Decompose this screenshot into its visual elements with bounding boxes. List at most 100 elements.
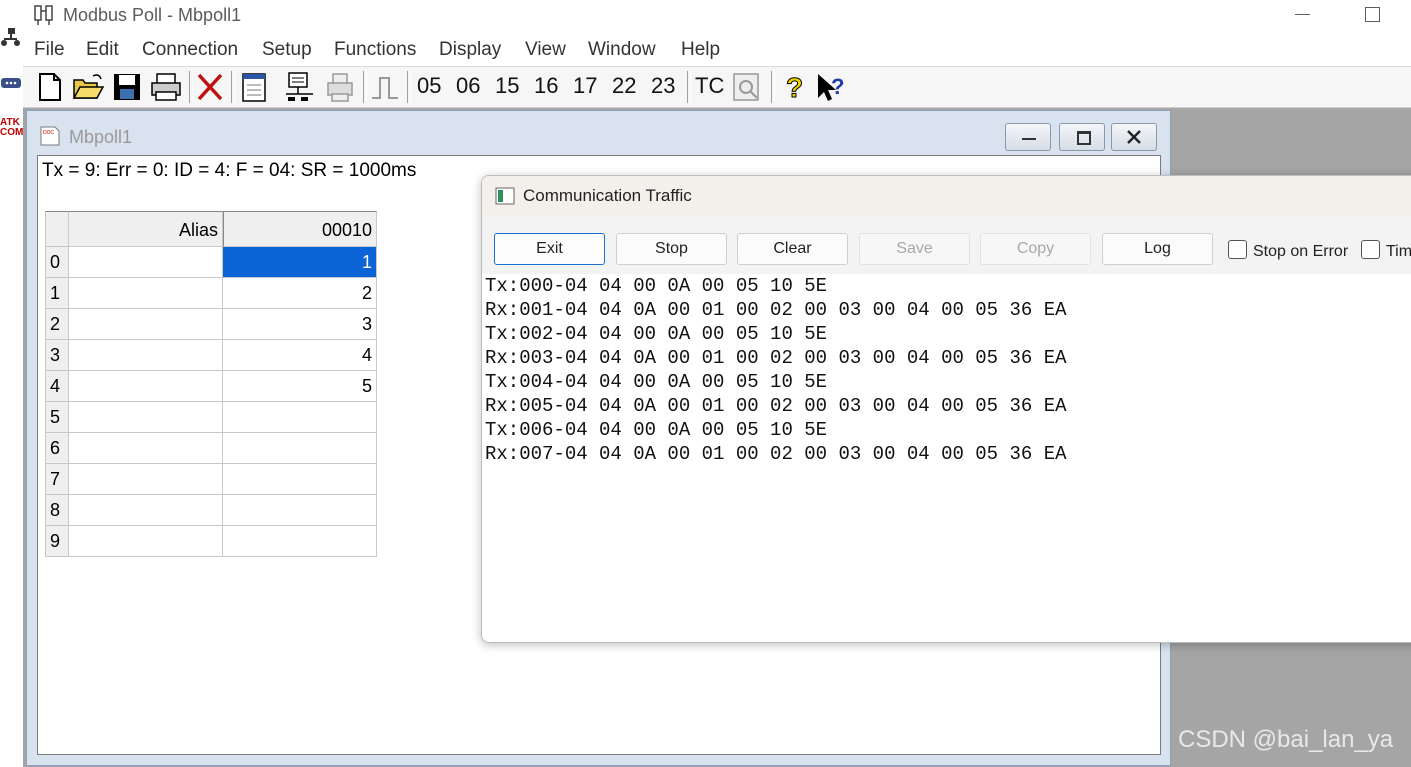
menu-display[interactable]: Display bbox=[439, 39, 501, 61]
value-cell[interactable]: 4 bbox=[223, 340, 377, 371]
menu-bar: File Edit Connection Setup Functions Dis… bbox=[23, 34, 1411, 67]
row-header[interactable]: 5 bbox=[45, 402, 69, 433]
alias-cell[interactable] bbox=[69, 309, 223, 340]
child-window-title: Mbpoll1 bbox=[69, 127, 133, 147]
alias-cell[interactable] bbox=[69, 340, 223, 371]
tc-button[interactable]: TC bbox=[695, 73, 724, 99]
menu-window[interactable]: Window bbox=[588, 39, 656, 61]
traffic-line: Rx:003-04 04 0A 00 01 00 02 00 03 00 04 … bbox=[485, 347, 1067, 369]
row-header[interactable]: 8 bbox=[45, 495, 69, 526]
modbus-app-icon bbox=[33, 3, 57, 27]
column-header-alias[interactable]: Alias bbox=[69, 211, 223, 247]
stop-button[interactable]: Stop bbox=[616, 233, 727, 265]
child-close-button[interactable] bbox=[1111, 123, 1157, 151]
communication-traffic-dialog: Communication Traffic Exit Stop Clear Sa… bbox=[481, 175, 1411, 643]
poll-status-line: Tx = 9: Err = 0: ID = 4: F = 04: SR = 10… bbox=[42, 160, 417, 181]
pulse-icon[interactable] bbox=[369, 70, 401, 104]
value-cell[interactable] bbox=[223, 464, 377, 495]
fc-23-button[interactable]: 23 bbox=[651, 73, 675, 99]
value-cell[interactable]: 1 bbox=[223, 247, 377, 278]
menu-view[interactable]: View bbox=[525, 39, 566, 61]
context-help-icon[interactable]: ? bbox=[815, 70, 849, 104]
value-cell[interactable] bbox=[223, 402, 377, 433]
copy-button[interactable]: Copy bbox=[980, 233, 1091, 265]
checkbox-box[interactable] bbox=[1228, 240, 1247, 259]
alias-cell[interactable] bbox=[69, 464, 223, 495]
alias-cell[interactable] bbox=[69, 371, 223, 402]
document-icon: DOC bbox=[39, 125, 61, 147]
alias-cell[interactable] bbox=[69, 495, 223, 526]
traffic-log[interactable]: Tx:000-04 04 00 0A 00 05 10 5E Rx:001-04 … bbox=[485, 274, 1405, 634]
child-minimize-button[interactable] bbox=[1005, 123, 1051, 151]
value-cell[interactable] bbox=[223, 495, 377, 526]
minimize-button[interactable] bbox=[1283, 0, 1329, 30]
toolbar-separator bbox=[189, 71, 193, 103]
value-cell[interactable] bbox=[223, 433, 377, 464]
atk-desktop-icon-label[interactable]: ATK bbox=[0, 118, 22, 128]
desktop-strip: ATK COM bbox=[0, 0, 23, 767]
value-cell[interactable]: 2 bbox=[223, 278, 377, 309]
watermark: CSDN @bai_lan_ya bbox=[1178, 726, 1394, 753]
time-label: Time bbox=[1386, 243, 1411, 260]
toolbar-separator bbox=[231, 71, 235, 103]
log-button[interactable]: Log bbox=[1102, 233, 1213, 265]
traffic-icon[interactable] bbox=[730, 70, 764, 104]
toolbar: 05 06 15 16 17 22 23 TC ? ? bbox=[23, 67, 1411, 108]
printer-disabled-icon[interactable] bbox=[323, 70, 357, 104]
row-header[interactable]: 2 bbox=[45, 309, 69, 340]
fc-22-button[interactable]: 22 bbox=[612, 73, 636, 99]
time-checkbox[interactable]: Time bbox=[1361, 240, 1411, 261]
svg-text:DOC: DOC bbox=[43, 130, 55, 136]
menu-file[interactable]: File bbox=[34, 39, 65, 61]
alias-cell[interactable] bbox=[69, 402, 223, 433]
maximize-button[interactable] bbox=[1349, 0, 1395, 30]
row-header[interactable]: 3 bbox=[45, 340, 69, 371]
port-desktop-icon[interactable] bbox=[0, 76, 22, 90]
save-icon[interactable] bbox=[111, 70, 143, 104]
alias-cell[interactable] bbox=[69, 526, 223, 557]
read-write-icon[interactable] bbox=[283, 70, 317, 104]
alias-cell[interactable] bbox=[69, 247, 223, 278]
clear-button[interactable]: Clear bbox=[737, 233, 848, 265]
fc-16-button[interactable]: 16 bbox=[534, 73, 558, 99]
fc-15-button[interactable]: 15 bbox=[495, 73, 519, 99]
row-header[interactable]: 4 bbox=[45, 371, 69, 402]
value-cell[interactable] bbox=[223, 526, 377, 557]
window-icon[interactable] bbox=[239, 70, 269, 104]
menu-functions[interactable]: Functions bbox=[334, 39, 416, 61]
save-button[interactable]: Save bbox=[859, 233, 970, 265]
fc-05-button[interactable]: 05 bbox=[417, 73, 441, 99]
column-header-address[interactable]: 00010 bbox=[223, 211, 377, 247]
help-icon[interactable]: ? bbox=[777, 70, 809, 104]
row-header[interactable]: 7 bbox=[45, 464, 69, 495]
menu-help[interactable]: Help bbox=[681, 39, 720, 61]
row-header[interactable]: 1 bbox=[45, 278, 69, 309]
alias-cell[interactable] bbox=[69, 433, 223, 464]
stop-on-error-checkbox[interactable]: Stop on Error bbox=[1228, 240, 1348, 261]
network-desktop-icon[interactable] bbox=[0, 26, 22, 48]
value-cell[interactable]: 3 bbox=[223, 309, 377, 340]
row-header[interactable]: 9 bbox=[45, 526, 69, 557]
child-restore-button[interactable] bbox=[1059, 123, 1105, 151]
exit-button[interactable]: Exit bbox=[494, 233, 605, 265]
toolbar-separator bbox=[771, 71, 775, 103]
disconnect-icon[interactable] bbox=[195, 70, 225, 104]
checkbox-box[interactable] bbox=[1361, 240, 1380, 259]
print-icon[interactable] bbox=[149, 70, 183, 104]
open-icon[interactable] bbox=[71, 70, 105, 104]
com-desktop-icon-label[interactable]: COM bbox=[0, 128, 23, 138]
new-icon[interactable] bbox=[35, 70, 65, 104]
row-header[interactable]: 0 bbox=[45, 247, 69, 278]
value-cell[interactable]: 5 bbox=[223, 371, 377, 402]
menu-edit[interactable]: Edit bbox=[86, 39, 119, 61]
toolbar-separator bbox=[363, 71, 367, 103]
menu-setup[interactable]: Setup bbox=[262, 39, 312, 61]
fc-06-button[interactable]: 06 bbox=[456, 73, 480, 99]
menu-connection[interactable]: Connection bbox=[142, 39, 238, 61]
fc-17-button[interactable]: 17 bbox=[573, 73, 597, 99]
traffic-window-icon bbox=[495, 187, 515, 205]
row-header[interactable]: 6 bbox=[45, 433, 69, 464]
svg-text:?: ? bbox=[831, 74, 844, 99]
alias-cell[interactable] bbox=[69, 278, 223, 309]
stop-on-error-label: Stop on Error bbox=[1253, 243, 1349, 260]
